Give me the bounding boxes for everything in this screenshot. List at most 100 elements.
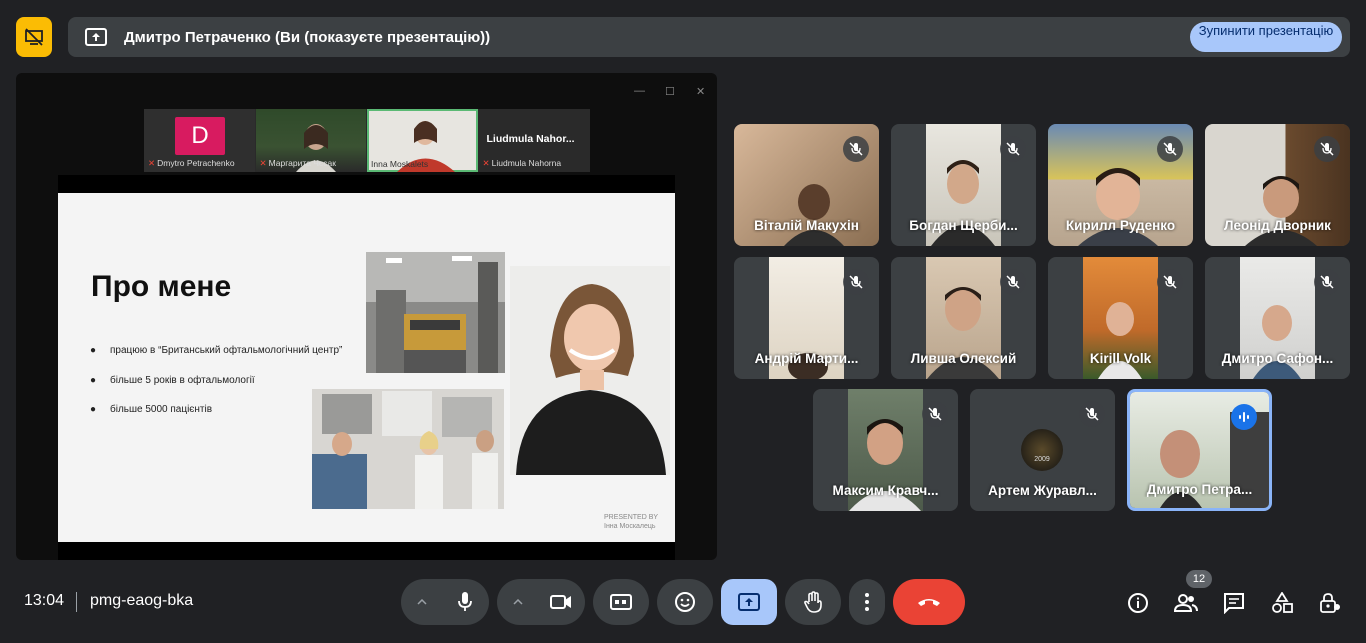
chat-button[interactable]	[1221, 590, 1247, 616]
participant-tile[interactable]: 2009 Артем Журавл...	[970, 389, 1115, 511]
strip-tile-name: Маргарита Чєсак	[268, 158, 336, 168]
avatar-text: 2009	[1034, 455, 1050, 463]
participant-tile[interactable]: Kirill Volk	[1048, 257, 1193, 379]
presenting-banner: Дмитро Петраченко (Ви (показуєте презент…	[68, 17, 1350, 57]
info-icon	[1128, 593, 1148, 613]
slide-bullet: ● більше 5 років в офтальмології	[90, 375, 255, 386]
participant-name: Максим Кравч...	[832, 483, 939, 498]
raise-hand-button[interactable]	[785, 579, 841, 625]
participant-tile[interactable]: Леонід Дворник	[1205, 124, 1350, 246]
participant-name: Віталій Макухін	[754, 218, 859, 233]
reactions-button[interactable]	[657, 579, 713, 625]
minimize-icon[interactable]: —	[634, 85, 645, 97]
camera-button[interactable]	[538, 579, 584, 625]
mic-off-icon	[1157, 269, 1183, 295]
participant-tile[interactable]: Богдан Щерби...	[891, 124, 1036, 246]
close-icon[interactable]: ✕	[696, 85, 705, 98]
audio-options-chevron-up-icon[interactable]	[402, 579, 442, 625]
people-count-badge: 12	[1186, 570, 1212, 588]
bullet-dot: ●	[90, 345, 97, 356]
camera-control-group	[497, 579, 585, 625]
clinic-lobby-photo	[366, 252, 505, 373]
participant-tile[interactable]: Дмитро Сафон...	[1205, 257, 1350, 379]
mic-off-icon	[1000, 136, 1026, 162]
divider	[76, 592, 77, 612]
microphone-icon	[458, 592, 472, 611]
mic-off-icon: ✕	[259, 158, 267, 168]
people-button[interactable]	[1173, 590, 1199, 616]
presented-by: PRESENTED BY Інна Москалець	[604, 514, 659, 530]
avatar: 2009	[1021, 429, 1063, 471]
present-screen-icon	[738, 593, 760, 611]
mic-off-icon	[1314, 136, 1340, 162]
leave-call-button[interactable]	[893, 579, 965, 625]
meeting-code[interactable]: pmg-eaog-bka	[90, 592, 193, 610]
slide-bullet: ● більше 5000 пацієнтів	[90, 404, 213, 415]
video-options-chevron-up-icon[interactable]	[498, 579, 538, 625]
presentation-participant-strip: D ✕ Dmytro Petrachenko ✕ Маргарита Чєсак I…	[144, 109, 590, 172]
mic-off-icon	[1314, 269, 1340, 295]
closed-captions-icon	[610, 594, 632, 610]
mic-off-icon: ✕	[482, 158, 490, 168]
participant-tile[interactable]: Максим Кравч...	[813, 389, 958, 511]
participant-name: Дмитро Сафон...	[1221, 351, 1334, 366]
bullet-dot: ●	[90, 404, 97, 415]
strip-tile-name: Dmytro Petrachenko	[157, 158, 235, 168]
meeting-details-button[interactable]	[1125, 590, 1151, 616]
strip-tile: D ✕ Dmytro Petrachenko	[144, 109, 255, 172]
strip-tile-name: Inna Moskalets	[371, 159, 429, 169]
host-controls-button[interactable]	[1317, 590, 1343, 616]
mic-off-icon	[922, 401, 948, 427]
strip-tile: Inna Moskalets	[367, 109, 478, 172]
activities-button[interactable]	[1269, 590, 1295, 616]
participant-name: Кирилл Руденко	[1065, 218, 1176, 233]
strip-tile-label: Liudmula Nahor...	[486, 133, 575, 145]
more-vert-icon	[865, 593, 869, 611]
captions-button[interactable]	[593, 579, 649, 625]
meeting-time: 13:04	[24, 592, 65, 609]
mic-off-icon	[843, 269, 869, 295]
participant-name: Дмитро Петра...	[1146, 482, 1253, 497]
presenter-portrait-photo	[510, 266, 670, 475]
present-now-button[interactable]	[721, 579, 777, 625]
slide-content: Про мене ● працюю в “Британський офтальмо…	[58, 193, 675, 542]
emoji-icon	[675, 592, 695, 612]
mic-off-icon	[1157, 136, 1183, 162]
participant-tile-self[interactable]: Дмитро Петра...	[1127, 389, 1272, 511]
shared-presentation: — ☐ ✕ D ✕ Dmytro Petrachenko ✕ Маргарита Ч…	[16, 73, 717, 560]
slide-bullet: ● працюю в “Британський офтальмологічний …	[90, 345, 343, 356]
participant-name: Артем Журавл...	[988, 483, 1097, 498]
microphone-button[interactable]	[442, 579, 488, 625]
participant-name: Ливша Олексий	[910, 351, 1017, 366]
presentation-hidden-icon	[25, 28, 43, 46]
more-options-button[interactable]	[849, 579, 885, 625]
mic-control-group	[401, 579, 489, 625]
hide-presentation-button[interactable]	[16, 17, 52, 57]
avatar: D	[175, 117, 225, 155]
participant-tile[interactable]: Віталій Макухін	[734, 124, 879, 246]
present-screen-icon	[84, 25, 108, 49]
shapes-icon	[1272, 592, 1293, 613]
hand-icon	[804, 591, 822, 613]
maximize-icon[interactable]: ☐	[665, 85, 675, 98]
end-call-icon	[918, 599, 940, 606]
camera-icon	[550, 595, 571, 609]
participant-name: Богдан Щерби...	[909, 218, 1018, 233]
mic-off-icon	[843, 136, 869, 162]
bullet-dot: ●	[90, 375, 97, 386]
participant-tile[interactable]: Андрій Марти...	[734, 257, 879, 379]
slide-title: Про мене	[91, 270, 232, 303]
strip-tile-name: Liudmula Nahorna	[491, 158, 562, 168]
doctors-photo	[312, 389, 504, 509]
stop-presenting-button[interactable]: Зупинити презентацію	[1190, 22, 1342, 52]
speaking-indicator-icon	[1231, 404, 1257, 430]
presenting-banner-text: Дмитро Петраченко (Ви (показуєте презент…	[124, 28, 491, 46]
participant-tile[interactable]: Ливша Олексий	[891, 257, 1036, 379]
participant-tile[interactable]: Кирилл Руденко	[1048, 124, 1193, 246]
mic-off-icon	[1079, 401, 1105, 427]
chat-icon	[1224, 593, 1244, 614]
people-icon	[1174, 594, 1198, 612]
participant-name: Kirill Volk	[1089, 351, 1152, 366]
strip-tile: Liudmula Nahor... ✕ Liudmula Nahorna	[478, 109, 589, 172]
slide: Про мене ● працюю в “Британський офтальмо…	[58, 175, 675, 560]
